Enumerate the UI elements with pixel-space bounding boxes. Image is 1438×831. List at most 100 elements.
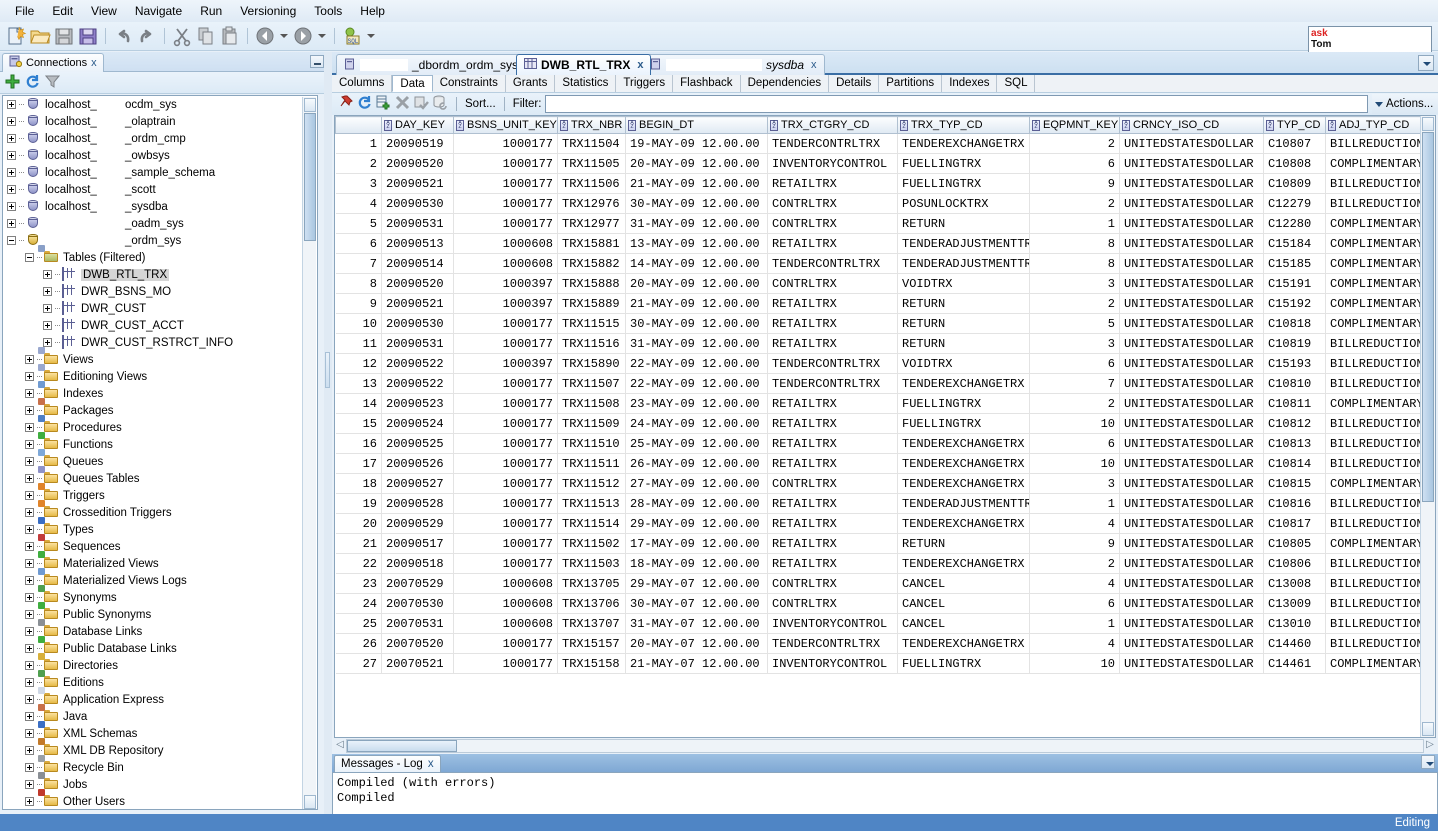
cell-trx_typ_cd[interactable]: TENDEREXCHANGETRX	[898, 474, 1030, 494]
cell-crncy_iso_cd[interactable]: UNITEDSTATESDOLLAR	[1120, 434, 1264, 454]
connections-tree[interactable]: localhost_ocdm_syslocalhost__olaptrainlo…	[2, 95, 318, 810]
cell-trx_typ_cd[interactable]: POSUNLOCKTRX	[898, 194, 1030, 214]
subtab-indexes[interactable]: Indexes	[942, 75, 997, 92]
cell-trx_ctgry_cd[interactable]: INVENTORYCONTROL	[768, 614, 898, 634]
tree-expander[interactable]	[25, 474, 34, 483]
cell-bsns_unit_key[interactable]: 1000177	[454, 214, 558, 234]
tree-expander[interactable]	[7, 185, 16, 194]
column-header-typ_cd[interactable]: AZTYP_CD	[1264, 117, 1326, 134]
tree-item-directories[interactable]: Directories	[3, 657, 317, 674]
cell-typ_cd[interactable]: C14461	[1264, 654, 1326, 674]
cell-begin_dt[interactable]: 13-MAY-09 12.00.00	[626, 234, 768, 254]
tree-expander[interactable]	[43, 287, 52, 296]
cell-trx_typ_cd[interactable]: TENDEREXCHANGETRX	[898, 434, 1030, 454]
tree-item-synonyms[interactable]: Synonyms	[3, 589, 317, 606]
subtab-partitions[interactable]: Partitions	[879, 75, 942, 92]
cell-trx_nbr[interactable]: TRX11506	[558, 174, 626, 194]
cell-trx_ctgry_cd[interactable]: RETAILTRX	[768, 394, 898, 414]
cell-day_key[interactable]: 20090530	[382, 194, 454, 214]
cell-crncy_iso_cd[interactable]: UNITEDSTATESDOLLAR	[1120, 334, 1264, 354]
cell-typ_cd[interactable]: C10808	[1264, 154, 1326, 174]
tree-item-database-links[interactable]: Database Links	[3, 623, 317, 640]
cell-typ_cd[interactable]: C15185	[1264, 254, 1326, 274]
menu-versioning[interactable]: Versioning	[231, 2, 305, 20]
forward-dropdown-icon[interactable]	[318, 34, 326, 38]
cell-trx_ctgry_cd[interactable]: RETAILTRX	[768, 554, 898, 574]
cell-typ_cd[interactable]: C10813	[1264, 434, 1326, 454]
table-row[interactable]: 25200705311000608TRX1370731-MAY-07 12.00…	[336, 614, 1437, 634]
cell-begin_dt[interactable]: 30-MAY-09 12.00.00	[626, 314, 768, 334]
tree-expander[interactable]	[25, 457, 34, 466]
cell-begin_dt[interactable]: 14-MAY-09 12.00.00	[626, 254, 768, 274]
cell-day_key[interactable]: 20090520	[382, 274, 454, 294]
cell-trx_typ_cd[interactable]: CANCEL	[898, 574, 1030, 594]
cell-day_key[interactable]: 20090517	[382, 534, 454, 554]
grid-scroll-down-arrow[interactable]	[1422, 722, 1434, 736]
menu-edit[interactable]: Edit	[43, 2, 82, 20]
tree-item-xml-db-repository[interactable]: XML DB Repository	[3, 742, 317, 759]
cell-begin_dt[interactable]: 28-MAY-09 12.00.00	[626, 494, 768, 514]
close-icon[interactable]: x	[637, 59, 643, 71]
cell-begin_dt[interactable]: 20-MAY-09 12.00.00	[626, 274, 768, 294]
cell-crncy_iso_cd[interactable]: UNITEDSTATESDOLLAR	[1120, 554, 1264, 574]
grid-horizontal-scrollbar[interactable]: ◁ ▷	[334, 738, 1436, 754]
cell-day_key[interactable]: 20090522	[382, 374, 454, 394]
subtab-statistics[interactable]: Statistics	[555, 75, 616, 92]
cell-eqpmnt_key[interactable]: 1	[1030, 494, 1120, 514]
tree-item-views[interactable]: Views	[3, 351, 317, 368]
tree-expander[interactable]	[25, 661, 34, 670]
menu-view[interactable]: View	[82, 2, 126, 20]
splitter-grip[interactable]	[325, 352, 330, 388]
cell-eqpmnt_key[interactable]: 3	[1030, 334, 1120, 354]
cell-eqpmnt_key[interactable]: 1	[1030, 614, 1120, 634]
cell-eqpmnt_key[interactable]: 4	[1030, 574, 1120, 594]
close-icon[interactable]: x	[811, 59, 817, 71]
tree-expander[interactable]	[25, 746, 34, 755]
cell-typ_cd[interactable]: C10809	[1264, 174, 1326, 194]
tree-item-localhost[interactable]: localhost__ordm_cmp	[3, 130, 317, 147]
tree-expander[interactable]	[25, 729, 34, 738]
column-header-begin_dt[interactable]: AZBEGIN_DT	[626, 117, 768, 134]
cell-trx_nbr[interactable]: TRX13706	[558, 594, 626, 614]
cell-begin_dt[interactable]: 20-MAY-07 12.00.00	[626, 634, 768, 654]
scroll-up-arrow[interactable]	[304, 98, 316, 112]
data-grid[interactable]: AZDAY_KEYAZBSNS_UNIT_KEYAZTRX_NBRAZBEGIN…	[334, 115, 1436, 738]
cell-typ_cd[interactable]: C10819	[1264, 334, 1326, 354]
grid-vertical-scrollbar[interactable]	[1420, 116, 1435, 737]
table-row[interactable]: 1200905191000177TRX1150419-MAY-09 12.00.…	[336, 134, 1437, 154]
cell-trx_ctgry_cd[interactable]: CONTRLTRX	[768, 214, 898, 234]
tree-expander[interactable]	[7, 151, 16, 160]
cell-crncy_iso_cd[interactable]: UNITEDSTATESDOLLAR	[1120, 314, 1264, 334]
tree-expander[interactable]	[25, 576, 34, 585]
cell-trx_typ_cd[interactable]: VOIDTRX	[898, 274, 1030, 294]
cell-crncy_iso_cd[interactable]: UNITEDSTATESDOLLAR	[1120, 494, 1264, 514]
tree-expander[interactable]	[43, 304, 52, 313]
rollback-icon[interactable]	[433, 95, 448, 113]
cell-begin_dt[interactable]: 21-MAY-07 12.00.00	[626, 654, 768, 674]
save-all-icon[interactable]	[77, 25, 99, 47]
cell-typ_cd[interactable]: C12280	[1264, 214, 1326, 234]
close-icon[interactable]: x	[91, 57, 97, 69]
cell-crncy_iso_cd[interactable]: UNITEDSTATESDOLLAR	[1120, 574, 1264, 594]
cell-eqpmnt_key[interactable]: 2	[1030, 394, 1120, 414]
tree-item-tables-filtered[interactable]: Tables (Filtered)	[3, 249, 317, 266]
cell-day_key[interactable]: 20090523	[382, 394, 454, 414]
subtab-data[interactable]: Data	[392, 75, 432, 92]
editor-tab-dropdown-button[interactable]	[1418, 55, 1434, 71]
cell-typ_cd[interactable]: C10815	[1264, 474, 1326, 494]
tree-expander[interactable]	[25, 440, 34, 449]
tree-item-sequences[interactable]: Sequences	[3, 538, 317, 555]
cell-typ_cd[interactable]: C10816	[1264, 494, 1326, 514]
delete-row-icon[interactable]	[395, 95, 410, 113]
hscroll-track[interactable]	[346, 739, 1424, 753]
cell-trx_typ_cd[interactable]: TENDEREXCHANGETRX	[898, 634, 1030, 654]
tree-expander[interactable]	[7, 236, 16, 245]
tree-item-editioning-views[interactable]: Editioning Views	[3, 368, 317, 385]
cell-typ_cd[interactable]: C10805	[1264, 534, 1326, 554]
cell-trx_nbr[interactable]: TRX15889	[558, 294, 626, 314]
paste-icon[interactable]	[219, 25, 241, 47]
cell-eqpmnt_key[interactable]: 9	[1030, 534, 1120, 554]
cell-begin_dt[interactable]: 24-MAY-09 12.00.00	[626, 414, 768, 434]
table-row[interactable]: 10200905301000177TRX1151530-MAY-09 12.00…	[336, 314, 1437, 334]
new-icon[interactable]	[5, 25, 27, 47]
